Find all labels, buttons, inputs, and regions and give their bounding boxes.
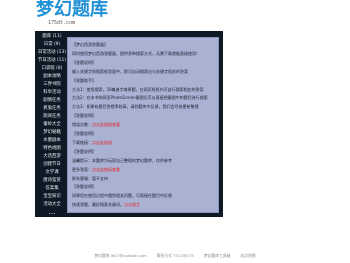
sidebar-item[interactable]: 日常活动 (13): [38, 49, 66, 57]
content-line-text: 【答题说明】: [72, 59, 96, 65]
sidebar-item[interactable]: 宝宝知识: [38, 193, 66, 201]
content-line: 同时使用梦幻西游答题器，提供多种搜索方式，无需下载就能直接使用！: [72, 51, 218, 57]
sidebar-item[interactable]: 特色地图: [38, 145, 66, 153]
site-logo-domain: 175dt.com: [48, 20, 76, 26]
content-line: 快速答题，最好搜索关键词。点击留言: [72, 202, 218, 208]
sidebar-item[interactable]: 文学课: [38, 169, 66, 177]
content-line: 方法1：使用搜索，58尊者字典原题，在网页框框内可自行搜索相应的答案: [72, 87, 218, 93]
content-line: 【答题说明】: [72, 149, 218, 155]
content-line-text: 【答题说明】: [72, 113, 96, 119]
sidebar-item[interactable]: 三界书院: [38, 81, 66, 89]
sidebar-item[interactable]: 活动大全: [38, 201, 66, 209]
sidebar-item[interactable]: 日常 (9): [38, 41, 66, 49]
content-line: 【答题说明】: [72, 131, 218, 137]
content-line-text: 如果您在使用过程中遇到相关问题，可直接在题目中反馈: [72, 193, 172, 199]
content-link[interactable]: 点击此链接: [92, 140, 112, 145]
sidebar-item[interactable]: 水墨剧本: [38, 137, 66, 145]
sidebar-item[interactable]: 节日活动 (11): [38, 57, 66, 65]
content-line-text: 更多答案：: [72, 166, 92, 172]
content-line-text: 方法2：在本书的网页PhotoScreen截图后可以直接把截图中的题目进行搜索: [72, 95, 208, 101]
content-line: 更多答案：点击此链接查看: [72, 167, 218, 173]
sidebar-item[interactable]: 科举活动: [38, 89, 66, 97]
content-line-text: 下载链接：: [72, 139, 92, 145]
content-line-text: 方法3：如果有题目答错率较高，请到题库中反馈，我们会尽快更新整理: [72, 104, 199, 110]
content-line: 如果您在使用过程中遇到相关问题，可直接在题目中反馈: [72, 193, 218, 199]
content-line: 下载链接：点击此链接: [72, 140, 218, 146]
content-link[interactable]: 点击此链接查看: [92, 122, 120, 127]
content-line-text: 【答题说明】: [72, 184, 96, 190]
content-line: 输入关键字到搜索框里面中，即可自动搜索出与关键字相关的答案: [72, 69, 218, 75]
footer-link[interactable]: 梦幻题库 dt17@outlook.com: [94, 253, 146, 258]
sidebar-item[interactable]: 抓鬼任务: [38, 105, 66, 113]
sidebar-item[interactable]: 副本攻略: [38, 73, 66, 81]
content-line-text: 【答题助手】: [72, 77, 96, 83]
content-line-text: 联系客服：暂不支持: [72, 175, 108, 181]
content-line-text: 快速答题，最好搜索关键词。: [72, 202, 124, 208]
content-line-text: 输入关键字到搜索框里面中，即可自动搜索出与关键字相关的答案: [72, 68, 188, 74]
footer-link[interactable]: 站点地图: [240, 253, 255, 258]
content-line: 【答题助手】: [72, 78, 218, 84]
content-line-text: 【答题说明】: [72, 131, 96, 136]
footer-link[interactable]: 联系方式 7312@175: [157, 253, 194, 258]
sidebar-item[interactable]: 口袋版 (8): [38, 65, 66, 73]
site-logo[interactable]: 梦幻题库 175dt.com: [36, 0, 116, 30]
content-line: 温馨提示：本题库为玩家自己整理的梦幻题库，仅供参考: [72, 158, 218, 164]
content-line: 错误次数：点击此链接查看: [72, 122, 218, 128]
site-logo-title: 梦幻题库: [36, 0, 108, 20]
sidebar-nav: 题库 (11) 日常 (9) 日常活动 (13) 节日活动 (11) 口袋版 (8) 副本…: [38, 33, 66, 217]
content-line-text: 温馨提示：本题库为玩家自己整理的梦幻题库，仅供参考: [72, 157, 172, 163]
sidebar-more-button[interactable]: ...: [38, 209, 66, 217]
content-line: 联系客服：暂不支持: [72, 176, 218, 182]
content-line: 方法3：如果有题目答错率较高，请到题库中反馈，我们会尽快更新整理: [72, 104, 218, 110]
content-line: 方法2：在本书的网页PhotoScreen截图后可以直接把截图中的题目进行搜索: [72, 95, 218, 101]
content-panel: 【梦幻西游答题器】同时使用梦幻西游答题器，提供多种搜索方式，无需下载就能直接使用…: [67, 37, 219, 213]
content-line-text: 方法1：使用搜索，58尊者字典原题，在网页框框内可自行搜索相应的答案: [72, 86, 204, 92]
content-line-text: 同时使用梦幻西游答题器，提供多种搜索方式，无需下载就能直接使用！: [72, 50, 200, 56]
content-link[interactable]: 点击留言: [124, 202, 140, 207]
content-line-text: 【梦幻西游答题器】: [72, 42, 108, 47]
content-line-text: 错误次数：: [72, 122, 92, 128]
sidebar-item[interactable]: 秦岭大全: [38, 121, 66, 129]
content-line: 【答题说明】: [72, 184, 218, 190]
content-link[interactable]: 点击此链接查看: [92, 167, 120, 172]
sidebar-item[interactable]: 题库 (11): [38, 33, 66, 41]
content-line: 【答题说明】: [72, 113, 218, 119]
sidebar-item[interactable]: 唐诗鉴赏: [38, 177, 66, 185]
sidebar-item[interactable]: 跑商任务: [38, 113, 66, 121]
sidebar-item[interactable]: 大话西游: [38, 153, 66, 161]
content-line: 【答题说明】: [72, 60, 218, 66]
footer: 梦幻题库 dt17@outlook.com 联系方式 7312@175 梦幻题库工具…: [0, 252, 350, 259]
footer-link[interactable]: 梦幻题库工具箱: [204, 253, 231, 258]
sidebar-item[interactable]: 创建节日: [38, 161, 66, 169]
sidebar-item[interactable]: 答案集: [38, 185, 66, 193]
content-line: 【梦幻西游答题器】: [72, 42, 218, 48]
sidebar-item[interactable]: 剧情任务: [38, 97, 66, 105]
sidebar-item[interactable]: 梦幻秘籍: [38, 129, 66, 137]
content-line-text: 【答题说明】: [72, 148, 96, 154]
